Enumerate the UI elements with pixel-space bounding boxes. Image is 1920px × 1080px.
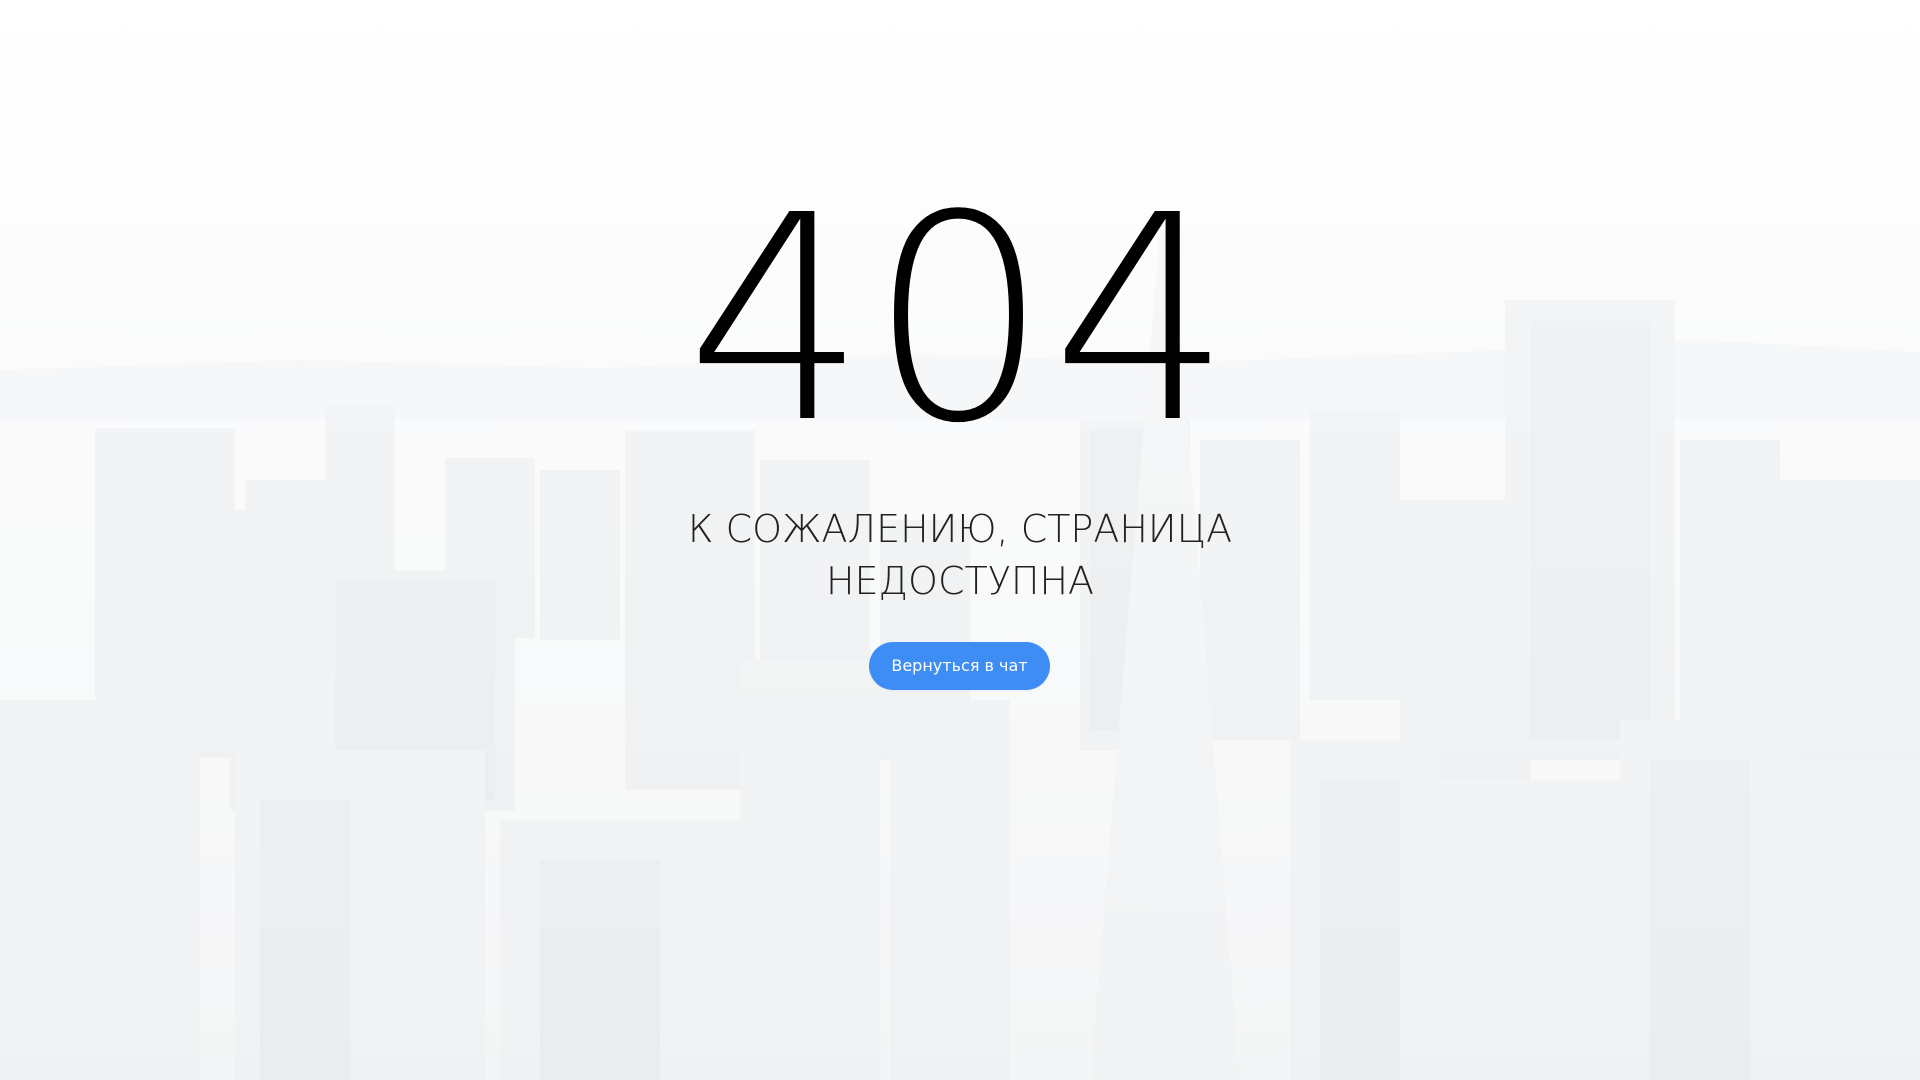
error-code: 404 xyxy=(685,154,1235,485)
error-message: К СОЖАЛЕНИЮ, СТРАНИЦА НЕДОСТУПНА xyxy=(0,503,1920,607)
error-message-line-2: НЕДОСТУПНА xyxy=(825,559,1095,603)
error-page: 404 К СОЖАЛЕНИЮ, СТРАНИЦА НЕДОСТУПНА Вер… xyxy=(0,0,1920,1080)
back-to-chat-button[interactable]: Вернуться в чат xyxy=(869,642,1050,690)
error-message-line-1: К СОЖАЛЕНИЮ, СТРАНИЦА xyxy=(687,507,1233,551)
